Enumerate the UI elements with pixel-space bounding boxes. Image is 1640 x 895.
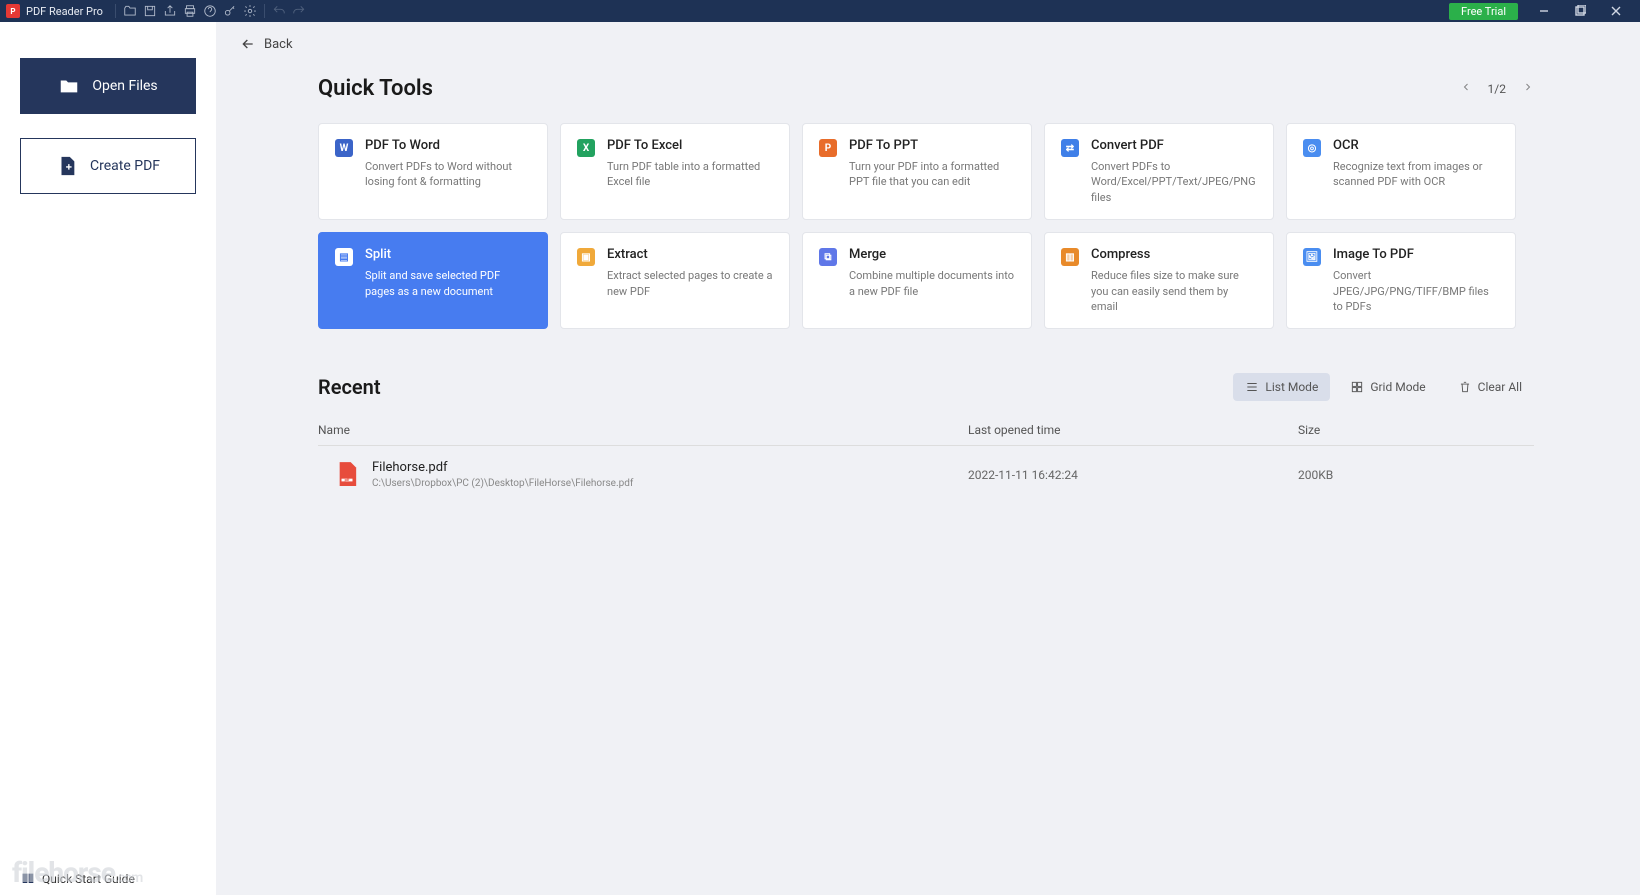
tool-icon: ◎ xyxy=(1303,139,1321,157)
tool-desc: Extract selected pages to create a new P… xyxy=(607,268,773,299)
tool-card[interactable]: ⇄ Convert PDF Convert PDFs to Word/Excel… xyxy=(1044,123,1274,220)
tool-title: PDF To PPT xyxy=(849,138,1015,153)
book-icon xyxy=(20,871,36,887)
tool-title: Extract xyxy=(607,247,773,262)
tool-desc: Reduce files size to make sure you can e… xyxy=(1091,268,1257,314)
tool-card[interactable]: P PDF To PPT Turn your PDF into a format… xyxy=(802,123,1032,220)
quick-tools-title: Quick Tools xyxy=(318,76,433,101)
tool-desc: Combine multiple documents into a new PD… xyxy=(849,268,1015,299)
grid-icon xyxy=(1350,380,1364,394)
file-plus-icon xyxy=(56,155,78,177)
folder-icon xyxy=(58,75,80,97)
col-time: Last opened time xyxy=(968,423,1298,437)
tool-desc: Turn PDF table into a formatted Excel fi… xyxy=(607,159,773,190)
tool-card[interactable]: ▤ Split Split and save selected PDF page… xyxy=(318,232,548,329)
maximize-button[interactable] xyxy=(1562,0,1598,22)
create-pdf-button[interactable]: Create PDF xyxy=(20,138,196,194)
create-pdf-label: Create PDF xyxy=(90,158,160,174)
tool-icon: X xyxy=(577,139,595,157)
file-time: 2022-11-11 16:42:24 xyxy=(968,468,1298,482)
recent-row[interactable]: pdf Filehorse.pdf C:\Users\Dropbox\PC (2… xyxy=(318,446,1534,503)
grid-mode-label: Grid Mode xyxy=(1370,380,1425,394)
tool-icon: 🖼 xyxy=(1303,248,1321,266)
app-name: PDF Reader Pro xyxy=(26,5,103,18)
page-indicator: 1/2 xyxy=(1488,82,1506,96)
list-mode-label: List Mode xyxy=(1265,380,1318,394)
tool-desc: Convert PDFs to Word without losing font… xyxy=(365,159,531,190)
back-label: Back xyxy=(264,37,293,52)
tool-icon: ⇄ xyxy=(1061,139,1079,157)
file-name: Filehorse.pdf xyxy=(372,460,633,475)
page-next-button[interactable] xyxy=(1522,81,1534,96)
titlebar: P PDF Reader Pro Free Trial xyxy=(0,0,1640,22)
tool-card[interactable]: ◎ OCR Recognize text from images or scan… xyxy=(1286,123,1516,220)
undo-icon[interactable] xyxy=(269,1,289,21)
pdf-file-icon: pdf xyxy=(336,462,358,488)
tool-title: Split xyxy=(365,247,531,262)
close-button[interactable] xyxy=(1598,0,1634,22)
file-size: 200KB xyxy=(1298,468,1534,482)
tool-title: Convert PDF xyxy=(1091,138,1257,153)
grid-mode-button[interactable]: Grid Mode xyxy=(1338,373,1437,401)
file-path: C:\Users\Dropbox\PC (2)\Desktop\FileHors… xyxy=(372,478,633,489)
list-mode-button[interactable]: List Mode xyxy=(1233,373,1330,401)
tool-icon: ▥ xyxy=(1061,248,1079,266)
tool-card[interactable]: 🖼 Image To PDF Convert JPEG/JPG/PNG/TIFF… xyxy=(1286,232,1516,329)
tools-grid: W PDF To Word Convert PDFs to Word witho… xyxy=(318,123,1534,329)
tool-title: PDF To Excel xyxy=(607,138,773,153)
tool-icon: ⧉ xyxy=(819,248,837,266)
page-prev-button[interactable] xyxy=(1460,81,1472,96)
tool-title: OCR xyxy=(1333,138,1499,153)
tool-card[interactable]: ▥ Compress Reduce files size to make sur… xyxy=(1044,232,1274,329)
minimize-button[interactable] xyxy=(1526,0,1562,22)
tool-title: Merge xyxy=(849,247,1015,262)
back-button[interactable]: Back xyxy=(240,32,1534,76)
tool-card[interactable]: X PDF To Excel Turn PDF table into a for… xyxy=(560,123,790,220)
recent-rows: pdf Filehorse.pdf C:\Users\Dropbox\PC (2… xyxy=(318,446,1534,503)
open-folder-icon[interactable] xyxy=(120,1,140,21)
clear-all-button[interactable]: Clear All xyxy=(1446,373,1534,401)
divider xyxy=(115,4,116,18)
divider xyxy=(264,4,265,18)
open-files-label: Open Files xyxy=(92,78,157,94)
pager: 1/2 xyxy=(1460,81,1534,96)
tool-title: Image To PDF xyxy=(1333,247,1499,262)
clear-all-label: Clear All xyxy=(1478,380,1522,394)
sidebar: Open Files Create PDF Quick Start Guide xyxy=(0,22,216,895)
arrow-left-icon xyxy=(240,36,256,52)
key-icon[interactable] xyxy=(220,1,240,21)
quick-start-guide-link[interactable]: Quick Start Guide xyxy=(20,871,135,887)
tool-card[interactable]: W PDF To Word Convert PDFs to Word witho… xyxy=(318,123,548,220)
help-icon[interactable] xyxy=(200,1,220,21)
tool-title: Compress xyxy=(1091,247,1257,262)
main-content: Back Quick Tools 1/2 W PDF To Word Conve… xyxy=(216,22,1640,895)
app-logo-icon: P xyxy=(6,4,20,18)
tool-desc: Recognize text from images or scanned PD… xyxy=(1333,159,1499,190)
open-files-button[interactable]: Open Files xyxy=(20,58,196,114)
settings-icon[interactable] xyxy=(240,1,260,21)
tool-icon: ▤ xyxy=(335,248,353,266)
tool-card[interactable]: ⧉ Merge Combine multiple documents into … xyxy=(802,232,1032,329)
tool-desc: Split and save selected PDF pages as a n… xyxy=(365,268,531,299)
list-icon xyxy=(1245,380,1259,394)
tool-icon: ▣ xyxy=(577,248,595,266)
print-icon[interactable] xyxy=(180,1,200,21)
tool-desc: Turn your PDF into a formatted PPT file … xyxy=(849,159,1015,190)
tool-card[interactable]: ▣ Extract Extract selected pages to crea… xyxy=(560,232,790,329)
trash-icon xyxy=(1458,380,1472,394)
col-name: Name xyxy=(318,423,968,437)
free-trial-button[interactable]: Free Trial xyxy=(1449,3,1518,20)
tool-icon: W xyxy=(335,139,353,157)
tool-icon: P xyxy=(819,139,837,157)
save-icon[interactable] xyxy=(140,1,160,21)
tool-title: PDF To Word xyxy=(365,138,531,153)
tool-desc: Convert PDFs to Word/Excel/PPT/Text/JPEG… xyxy=(1091,159,1257,205)
table-header: Name Last opened time Size xyxy=(318,423,1534,446)
tool-desc: Convert JPEG/JPG/PNG/TIFF/BMP files to P… xyxy=(1333,268,1499,314)
share-icon[interactable] xyxy=(160,1,180,21)
col-size: Size xyxy=(1298,423,1534,437)
quick-start-label: Quick Start Guide xyxy=(42,872,135,886)
redo-icon[interactable] xyxy=(289,1,309,21)
recent-title: Recent xyxy=(318,375,381,399)
